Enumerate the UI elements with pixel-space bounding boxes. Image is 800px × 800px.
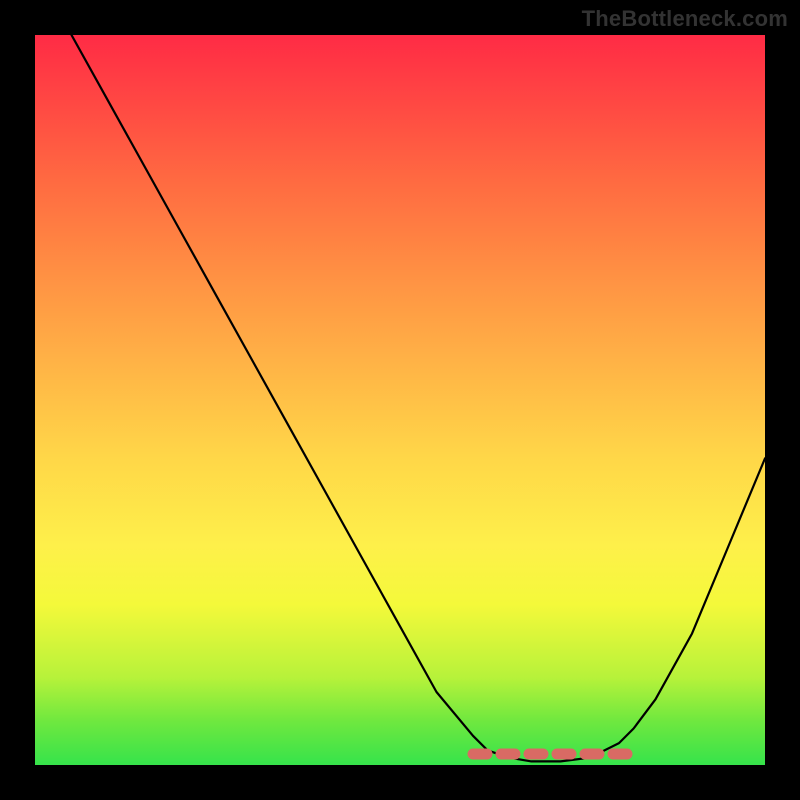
chart-container: TheBottleneck.com — [0, 0, 800, 800]
plot-area — [35, 35, 765, 765]
watermark-text: TheBottleneck.com — [582, 6, 788, 32]
bottleneck-curve — [72, 35, 766, 761]
curve-svg — [35, 35, 765, 765]
